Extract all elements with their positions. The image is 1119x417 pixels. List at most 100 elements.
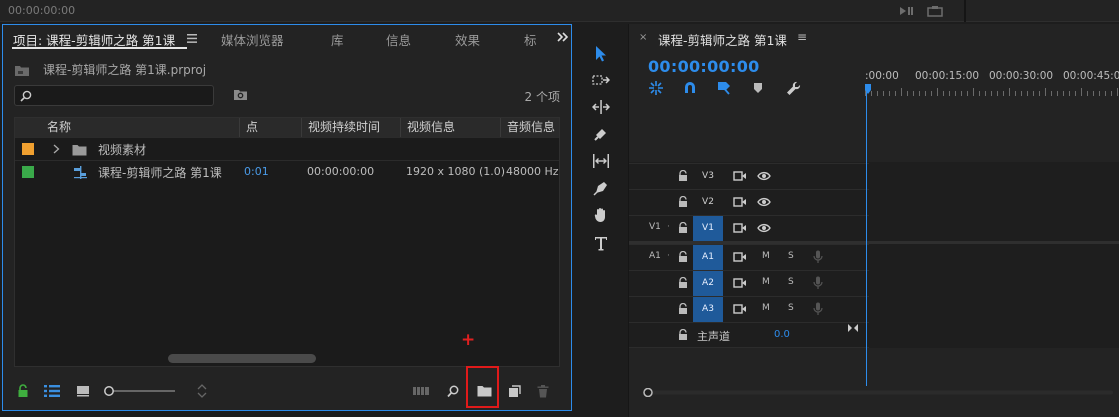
- mute-button[interactable]: M: [762, 251, 770, 261]
- tools-panel: [582, 38, 618, 268]
- timeline-horizontal-scrollbar[interactable]: [643, 388, 1113, 397]
- chevron-right-icon[interactable]: [51, 143, 61, 155]
- timeline-timecode[interactable]: 00:00:00:00: [648, 57, 760, 76]
- track-v1: V1 · V1: [629, 215, 869, 241]
- col-video-info[interactable]: 视频信息: [400, 118, 500, 137]
- close-icon[interactable]: ×: [639, 32, 647, 43]
- add-marker-icon[interactable]: [751, 81, 765, 95]
- track-lock-icon[interactable]: [677, 251, 689, 263]
- solo-button[interactable]: S: [788, 303, 794, 313]
- active-tab-underline: [12, 47, 187, 49]
- col-name[interactable]: 名称: [39, 118, 239, 137]
- folder-icon: [71, 143, 87, 156]
- track-lock-icon[interactable]: [677, 170, 689, 182]
- item-in-point: 0:01: [244, 165, 269, 178]
- microphone-icon[interactable]: [813, 302, 823, 316]
- wrench-settings-icon[interactable]: [785, 80, 801, 96]
- sync-lock-icon[interactable]: [733, 251, 747, 263]
- ruler-label: 00:00:45:00: [1063, 70, 1119, 82]
- track-v2: V2: [629, 189, 869, 215]
- sort-icon[interactable]: [191, 380, 213, 402]
- sync-lock-icon[interactable]: [733, 222, 747, 234]
- zoom-slider[interactable]: [102, 380, 178, 402]
- sync-lock-icon[interactable]: [733, 277, 747, 289]
- search-input[interactable]: [14, 85, 214, 106]
- snap-magnet-icon[interactable]: [682, 80, 698, 96]
- export-frame-icon[interactable]: [898, 3, 916, 19]
- track-v3: V3: [629, 163, 869, 189]
- tab-markers[interactable]: 标: [524, 30, 537, 49]
- solo-button[interactable]: S: [788, 251, 794, 261]
- track-lock-icon[interactable]: [677, 303, 689, 315]
- selection-tool-icon[interactable]: [591, 43, 611, 63]
- tab-media-browser[interactable]: 媒体浏览器: [221, 30, 284, 49]
- tab-libraries[interactable]: 库: [331, 30, 344, 49]
- playhead-line[interactable]: [866, 86, 867, 386]
- track-target[interactable]: V2: [693, 190, 723, 215]
- item-duration: 00:00:00:00: [307, 165, 375, 178]
- icon-view-icon[interactable]: [72, 380, 94, 402]
- track-target[interactable]: A1: [693, 245, 723, 270]
- track-select-tool-icon[interactable]: [591, 70, 611, 90]
- solo-button[interactable]: S: [788, 277, 794, 287]
- camera-icon[interactable]: [926, 3, 944, 19]
- table-row[interactable]: 课程-剪辑师之路 第1课 0:01 00:00:00:00 1920 x 108…: [15, 160, 559, 183]
- razor-tool-icon[interactable]: [591, 124, 611, 144]
- mute-button[interactable]: M: [762, 303, 770, 313]
- tab-info[interactable]: 信息: [386, 30, 411, 49]
- lock-icon[interactable]: [12, 380, 34, 402]
- table-row[interactable]: 视频素材: [15, 137, 559, 160]
- source-patch[interactable]: V1: [649, 222, 661, 232]
- track-a3: A3 M S: [629, 296, 869, 322]
- pen-tool-icon[interactable]: [591, 178, 611, 198]
- list-view-icon[interactable]: [41, 380, 63, 402]
- label-color-swatch[interactable]: [22, 143, 34, 155]
- track-target[interactable]: V3: [693, 164, 723, 189]
- ripple-edit-tool-icon[interactable]: [591, 97, 611, 117]
- source-patch[interactable]: A1: [649, 251, 661, 261]
- linked-selection-icon[interactable]: [716, 80, 732, 96]
- eye-icon[interactable]: [757, 171, 771, 181]
- tab-effects[interactable]: 效果: [455, 30, 480, 49]
- hamburger-menu-icon[interactable]: [186, 32, 198, 44]
- double-chevron-right-icon[interactable]: [556, 31, 570, 43]
- master-label: 主声道: [697, 330, 730, 343]
- automate-to-sequence-icon[interactable]: [410, 380, 432, 402]
- new-search-bin-icon[interactable]: [232, 87, 248, 102]
- track-target[interactable]: A3: [693, 297, 723, 322]
- hand-tool-icon[interactable]: [591, 205, 611, 225]
- trash-icon[interactable]: [532, 380, 554, 402]
- horizontal-scrollbar[interactable]: [168, 354, 316, 363]
- mute-button[interactable]: M: [762, 277, 770, 287]
- sequence-tab-title[interactable]: 课程-剪辑师之路 第1课: [658, 30, 787, 49]
- col-video-duration[interactable]: 视频持续时间: [301, 118, 400, 137]
- track-lock-icon[interactable]: [677, 222, 689, 234]
- track-lock-icon[interactable]: [677, 196, 689, 208]
- new-item-icon[interactable]: [503, 380, 525, 402]
- find-icon[interactable]: [442, 380, 464, 402]
- type-tool-icon[interactable]: [591, 233, 611, 253]
- item-name: 视频素材: [98, 143, 147, 157]
- microphone-icon[interactable]: [813, 276, 823, 290]
- sync-lock-icon[interactable]: [733, 196, 747, 208]
- label-color-swatch[interactable]: [22, 166, 34, 178]
- sync-lock-icon[interactable]: [733, 303, 747, 315]
- microphone-icon[interactable]: [813, 250, 823, 264]
- track-lock-icon[interactable]: [677, 329, 689, 341]
- item-name: 课程-剪辑师之路 第1课: [98, 166, 222, 180]
- eye-icon[interactable]: [757, 223, 771, 233]
- nest-icon[interactable]: [648, 80, 664, 96]
- track-target[interactable]: V1: [693, 216, 723, 241]
- item-video-info: 1920 x 1080 (1.0): [406, 165, 506, 178]
- track-lock-icon[interactable]: [677, 277, 689, 289]
- master-volume-value[interactable]: 0.0: [774, 329, 790, 340]
- col-in-point[interactable]: 点: [239, 118, 301, 137]
- timeline-menu-icon[interactable]: ≡: [797, 30, 807, 44]
- time-ruler[interactable]: [865, 84, 1119, 96]
- go-to-end-icon[interactable]: [846, 322, 860, 334]
- eye-icon[interactable]: [757, 197, 771, 207]
- track-target[interactable]: A2: [693, 271, 723, 296]
- slip-tool-icon[interactable]: [591, 151, 611, 171]
- sync-lock-icon[interactable]: [733, 170, 747, 182]
- col-audio-info[interactable]: 音频信息: [500, 118, 559, 137]
